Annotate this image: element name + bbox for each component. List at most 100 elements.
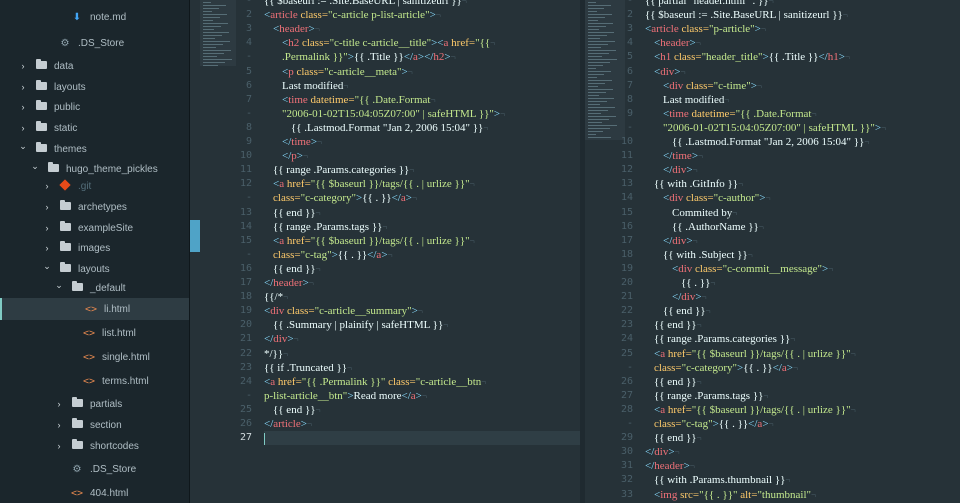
- editor-pane-right[interactable]: -{{ partial "header.html" . }}¬ 2{{ $base…: [585, 0, 960, 503]
- code-line[interactable]: <div class="c-article__summary">¬: [264, 304, 423, 318]
- tree-item[interactable]: <> li.html: [0, 298, 189, 320]
- code-line[interactable]: <p class="c-article__meta">¬: [264, 65, 413, 79]
- code-line[interactable]: {{ end }}¬: [264, 206, 321, 220]
- code-line[interactable]: Commited by¬: [645, 206, 737, 220]
- tree-item[interactable]: <> list.html: [0, 322, 189, 344]
- code-line[interactable]: {{ $baseurl := .Site.BaseURL | sanitizeu…: [645, 8, 848, 22]
- code-line[interactable]: <h1 class="header_title">{{ .Title }}</h…: [645, 50, 850, 64]
- code-line[interactable]: Last modified¬: [645, 93, 729, 107]
- code-line[interactable]: </header>¬: [264, 276, 314, 290]
- code-line[interactable]: <header>¬: [264, 22, 320, 36]
- tree-item[interactable]: ⌄ _default: [0, 277, 189, 299]
- tree-item[interactable]: › .git: [0, 175, 189, 197]
- code-line[interactable]: {{ end }}¬: [264, 403, 321, 417]
- code-line[interactable]: "2006-01-02T15:04:05Z07:00" | safeHTML }…: [645, 121, 886, 135]
- code-line[interactable]: Last modified¬: [264, 79, 348, 93]
- code-line[interactable]: {{ range .Params.categories }}¬: [645, 332, 795, 346]
- tree-item[interactable]: › section: [0, 414, 189, 436]
- code-line[interactable]: .Permalink }}">{{ .Title }}</a></h2>¬: [264, 50, 456, 64]
- code-line[interactable]: <a href="{{ $baseurl }}/tags/{{ . | urli…: [264, 177, 475, 191]
- code-line[interactable]: <div class="c-author">¬: [645, 191, 771, 205]
- tree-item[interactable]: › archetypes: [0, 196, 189, 218]
- code-line[interactable]: {{ range .Params.categories }}¬: [264, 163, 414, 177]
- code-line[interactable]: </time>¬: [264, 135, 322, 149]
- tree-item[interactable]: <> terms.html: [0, 370, 189, 392]
- eol-marker-icon: ¬: [760, 24, 766, 35]
- code-line[interactable]: <h2 class="c-title c-article__title"><a …: [264, 36, 495, 50]
- tree-item[interactable]: › static: [0, 117, 189, 139]
- code-token: {{ .Lastmod.Format "Jan 2, 2006 15:04" }…: [672, 136, 865, 148]
- code-line[interactable]: </div>¬: [264, 332, 299, 346]
- code-token: {{ if .Truncated }}: [264, 361, 348, 374]
- tree-item[interactable]: ⚙ .DS_Store: [0, 458, 189, 480]
- code-line[interactable]: <a href="{{ $baseurl }}/tags/{{ . | urli…: [645, 347, 856, 361]
- text-cursor: [264, 432, 265, 445]
- code-line[interactable]: {{ . }}¬: [645, 276, 715, 290]
- code-line[interactable]: <div class="c-time">¬: [645, 79, 762, 93]
- code-line[interactable]: [264, 431, 580, 446]
- tree-item[interactable]: › images: [0, 237, 189, 259]
- code-line[interactable]: class="c-tag">{{ . }}</a>¬: [645, 417, 774, 431]
- code-line[interactable]: {{ .Summary | plainify | safeHTML }}¬: [264, 318, 448, 332]
- code-line[interactable]: {{ end }}¬: [645, 431, 702, 445]
- code-line[interactable]: </p>¬: [264, 149, 308, 163]
- code-line[interactable]: </div>¬: [645, 234, 698, 248]
- code-line[interactable]: p-list-article__btn">Read more</a>¬: [264, 389, 427, 403]
- code-line[interactable]: <a href="{{ $baseurl }}/tags/{{ . | urli…: [645, 403, 856, 417]
- editor-pane-left[interactable]: - {{ $baseurl := .Site.BaseURL | sanitize…: [200, 0, 580, 503]
- tree-item[interactable]: › shortcodes: [0, 435, 189, 457]
- code-line[interactable]: {{ .Lastmod.Format "Jan 2, 2006 15:04" }…: [264, 121, 488, 135]
- tree-item-label: images: [78, 242, 111, 254]
- code-line[interactable]: {{ with .Subject }}¬: [645, 248, 753, 262]
- code-line[interactable]: */}}¬: [264, 347, 288, 361]
- code-line[interactable]: {{ .AuthorName }}¬: [645, 220, 764, 234]
- code-line[interactable]: <header>¬: [645, 36, 701, 50]
- code-line[interactable]: <div>¬: [645, 65, 686, 79]
- line-number: 8: [626, 93, 633, 105]
- code-line[interactable]: <article class="p-article">¬: [645, 22, 766, 36]
- code-line[interactable]: {{ end }}¬: [645, 375, 702, 389]
- code-line[interactable]: {{ with .GitInfo }}¬: [645, 177, 743, 191]
- code-line[interactable]: class="c-tag">{{ . }}</a>¬: [264, 248, 393, 262]
- code-line[interactable]: </div>¬: [645, 290, 707, 304]
- code-line[interactable]: <time datetime="{{ .Date.Format¬: [264, 93, 436, 107]
- code-line[interactable]: {{/*¬: [264, 290, 288, 304]
- code-line[interactable]: <a href="{{ .Permalink }}" class="c-arti…: [264, 375, 486, 389]
- code-line[interactable]: </div>¬: [645, 445, 680, 459]
- tree-item[interactable]: ⬇ note.md: [0, 6, 189, 28]
- code-line[interactable]: {{ with .Params.thumbnail }}¬: [645, 473, 791, 487]
- code-line[interactable]: {{ partial "header.html" . }}¬: [645, 0, 774, 8]
- tree-item[interactable]: <> 404.html: [0, 482, 189, 503]
- code-line[interactable]: {{ $baseurl := .Site.BaseURL | sanitizeu…: [264, 0, 467, 8]
- tree-item[interactable]: › data: [0, 55, 189, 77]
- code-line[interactable]: <img src="{{ . }}" alt="thumbnail"¬: [645, 488, 816, 502]
- code-line[interactable]: {{ end }}¬: [645, 318, 702, 332]
- code-line[interactable]: <div class="c-commit__message">¬: [645, 262, 833, 276]
- line-number: 14: [239, 220, 252, 232]
- eol-marker-icon: ¬: [347, 362, 353, 373]
- code-line[interactable]: {{ range .Params.tags }}¬: [264, 220, 387, 234]
- tree-item[interactable]: › exampleSite: [0, 217, 189, 239]
- code-line[interactable]: </header>¬: [645, 459, 695, 473]
- code-line[interactable]: </div>¬: [645, 163, 698, 177]
- tree-item[interactable]: › public: [0, 96, 189, 118]
- tree-item[interactable]: ⚙ .DS_Store: [0, 32, 189, 54]
- code-line[interactable]: <time datetime="{{ .Date.Format¬: [645, 107, 817, 121]
- code-line[interactable]: <article class="c-article p-list-article…: [264, 8, 441, 22]
- code-line[interactable]: </time>¬: [645, 149, 703, 163]
- code-line[interactable]: class="c-category">{{ . }}</a>¬: [264, 191, 417, 205]
- code-line[interactable]: class="c-category">{{ . }}</a>¬: [645, 361, 798, 375]
- code-line[interactable]: {{ end }}¬: [645, 304, 711, 318]
- code-token: href=: [275, 375, 302, 388]
- code-line[interactable]: {{ range .Params.tags }}¬: [645, 389, 768, 403]
- code-line[interactable]: <a href="{{ $baseurl }}/tags/{{ . | urli…: [264, 234, 475, 248]
- code-line[interactable]: {{ end }}¬: [264, 262, 321, 276]
- code-line[interactable]: {{ .Lastmod.Format "Jan 2, 2006 15:04" }…: [645, 135, 869, 149]
- tree-item[interactable]: ⌄ themes: [0, 138, 189, 160]
- code-line[interactable]: "2006-01-02T15:04:05Z07:00" | safeHTML }…: [264, 107, 505, 121]
- tree-item[interactable]: › partials: [0, 393, 189, 415]
- code-line[interactable]: {{ if .Truncated }}¬: [264, 361, 352, 375]
- tree-item[interactable]: <> single.html: [0, 346, 189, 368]
- tree-item[interactable]: › layouts: [0, 76, 189, 98]
- code-line[interactable]: </article>¬: [264, 417, 312, 431]
